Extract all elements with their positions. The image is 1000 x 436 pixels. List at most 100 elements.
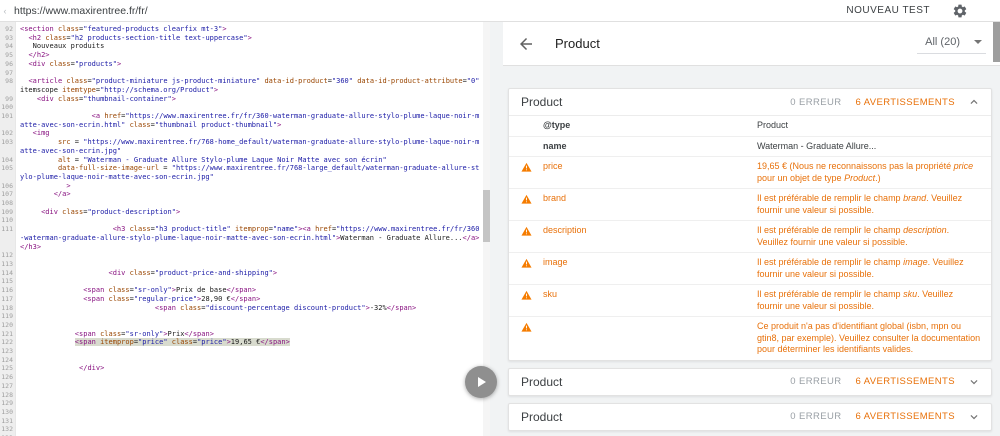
tested-url[interactable]: https://www.maxirentree.fr/fr/	[14, 5, 148, 17]
property-value: Il est préférable de remplir le champ de…	[757, 223, 991, 250]
line-number: 107	[0, 190, 16, 199]
code-line: 125 </div>	[0, 364, 483, 373]
code-text: data-full-size-image-url = "https://www.…	[16, 164, 483, 181]
toolbar: ‹ https://www.maxirentree.fr/fr/ NOUVEAU…	[0, 0, 1000, 22]
code-text	[16, 382, 483, 391]
code-line: 117 <span class="regular-price">28,90 €<…	[0, 295, 483, 304]
back-arrow-icon[interactable]	[517, 35, 535, 53]
line-number: 122	[0, 338, 16, 347]
property-name: description	[543, 223, 757, 250]
line-number: 120	[0, 321, 16, 330]
code-line: 94 Nouveaux produits	[0, 42, 483, 51]
property-row: brandIl est préférable de remplir le cha…	[509, 189, 991, 221]
type-filter-dropdown[interactable]: All (20)	[917, 33, 986, 54]
card-header[interactable]: Product0 ERREUR6 AVERTISSEMENTS	[509, 89, 991, 115]
code-text	[16, 321, 483, 330]
code-line: 121 <span class="sr-only">Prix</span>	[0, 330, 483, 339]
warning-triangle-icon	[509, 223, 543, 250]
code-line: 113	[0, 260, 483, 269]
chevron-left-icon[interactable]: ‹	[0, 0, 10, 22]
card-title: Product	[521, 95, 562, 109]
property-row: nameWaterman - Graduate Allure...	[509, 137, 991, 158]
code-line: 123	[0, 347, 483, 356]
line-number: 132	[0, 425, 16, 434]
code-text: <span class="regular-price">28,90 €</spa…	[16, 295, 483, 304]
code-text	[16, 216, 483, 225]
line-number: 129	[0, 399, 16, 408]
code-text	[16, 356, 483, 365]
line-number: 94	[0, 42, 16, 51]
chevron-down-icon[interactable]	[967, 410, 981, 424]
line-number: 105	[0, 164, 16, 173]
code-text: <a href="https://www.maxirentree.fr/fr/3…	[16, 112, 483, 129]
property-value: Il est préférable de remplir le champ sk…	[757, 287, 991, 314]
code-text: <span itemprop="price" class="price">19,…	[16, 338, 483, 347]
property-name	[543, 319, 757, 358]
property-name: brand	[543, 191, 757, 218]
line-number: 100	[0, 103, 16, 112]
results-title: Product	[555, 36, 600, 51]
code-text	[16, 425, 483, 434]
chevron-up-icon[interactable]	[967, 95, 981, 109]
code-line: 92<section class="featured-products clea…	[0, 25, 483, 34]
code-line: 107 </a>	[0, 190, 483, 199]
source-code-panel[interactable]: 92<section class="featured-products clea…	[0, 22, 490, 436]
warning-count: 6 AVERTISSEMENTS	[856, 97, 956, 108]
code-line: 96 <div class="products">	[0, 60, 483, 69]
code-text	[16, 399, 483, 408]
right-scrollbar-thumb[interactable]	[993, 22, 1000, 62]
warning-triangle-icon	[509, 255, 543, 282]
left-scrollbar-thumb[interactable]	[483, 190, 490, 242]
code-text: <div class="thumbnail-container">	[16, 95, 483, 104]
code-line: 111 <h3 class="h3 product-title" itempro…	[0, 225, 483, 251]
code-text	[16, 312, 483, 321]
code-line: 119	[0, 312, 483, 321]
code-text	[16, 103, 483, 112]
run-test-button[interactable]	[465, 366, 497, 398]
line-number: 124	[0, 356, 16, 365]
code-line: 110	[0, 216, 483, 225]
line-number: 121	[0, 330, 16, 339]
property-value: Waterman - Graduate Allure...	[757, 139, 991, 155]
property-table: @typeProductnameWaterman - Graduate Allu…	[509, 115, 991, 360]
code-line: 100	[0, 103, 483, 112]
code-line: 120	[0, 321, 483, 330]
code-text	[16, 347, 483, 356]
code-text	[16, 373, 483, 382]
property-value: Ce produit n'a pas d'identifiant global …	[757, 319, 991, 358]
code-line: 93 <h2 class="h2 products-section-title …	[0, 34, 483, 43]
no-icon	[509, 139, 543, 155]
code-text: <span class="sr-only">Prix de base</span…	[16, 286, 483, 295]
play-icon	[478, 377, 486, 387]
chevron-down-icon[interactable]	[967, 375, 981, 389]
result-card: Product0 ERREUR6 AVERTISSEMENTS	[508, 403, 992, 431]
code-lines: 92<section class="featured-products clea…	[0, 25, 483, 436]
code-line: 105 data-full-size-image-url = "https://…	[0, 164, 483, 181]
filter-label: All (20)	[925, 36, 960, 48]
line-number: 130	[0, 408, 16, 417]
warning-count: 6 AVERTISSEMENTS	[856, 376, 956, 387]
card-header[interactable]: Product0 ERREUR6 AVERTISSEMENTS	[509, 404, 991, 430]
code-text: <h3 class="h3 product-title" itemprop="n…	[16, 225, 483, 251]
line-number: 128	[0, 391, 16, 400]
result-cards: Product0 ERREUR6 AVERTISSEMENTS@typeProd…	[503, 66, 1000, 436]
code-line: 126	[0, 373, 483, 382]
line-number: 95	[0, 51, 16, 60]
card-header[interactable]: Product0 ERREUR6 AVERTISSEMENTS	[509, 369, 991, 395]
code-line: 99 <div class="thumbnail-container">	[0, 95, 483, 104]
code-line: 132	[0, 425, 483, 434]
line-number: 92	[0, 25, 16, 34]
new-test-button[interactable]: NOUVEAU TEST	[846, 5, 930, 16]
line-number: 98	[0, 77, 16, 86]
code-text: <div class="products">	[16, 60, 483, 69]
line-number: 110	[0, 216, 16, 225]
code-line: 130	[0, 408, 483, 417]
settings-gear-icon[interactable]	[952, 3, 968, 19]
line-number: 93	[0, 34, 16, 43]
line-number: 102	[0, 129, 16, 138]
warning-triangle-icon	[509, 159, 543, 186]
line-number: 99	[0, 95, 16, 104]
line-number: 96	[0, 60, 16, 69]
property-row: skuIl est préférable de remplir le champ…	[509, 285, 991, 317]
line-number: 116	[0, 286, 16, 295]
